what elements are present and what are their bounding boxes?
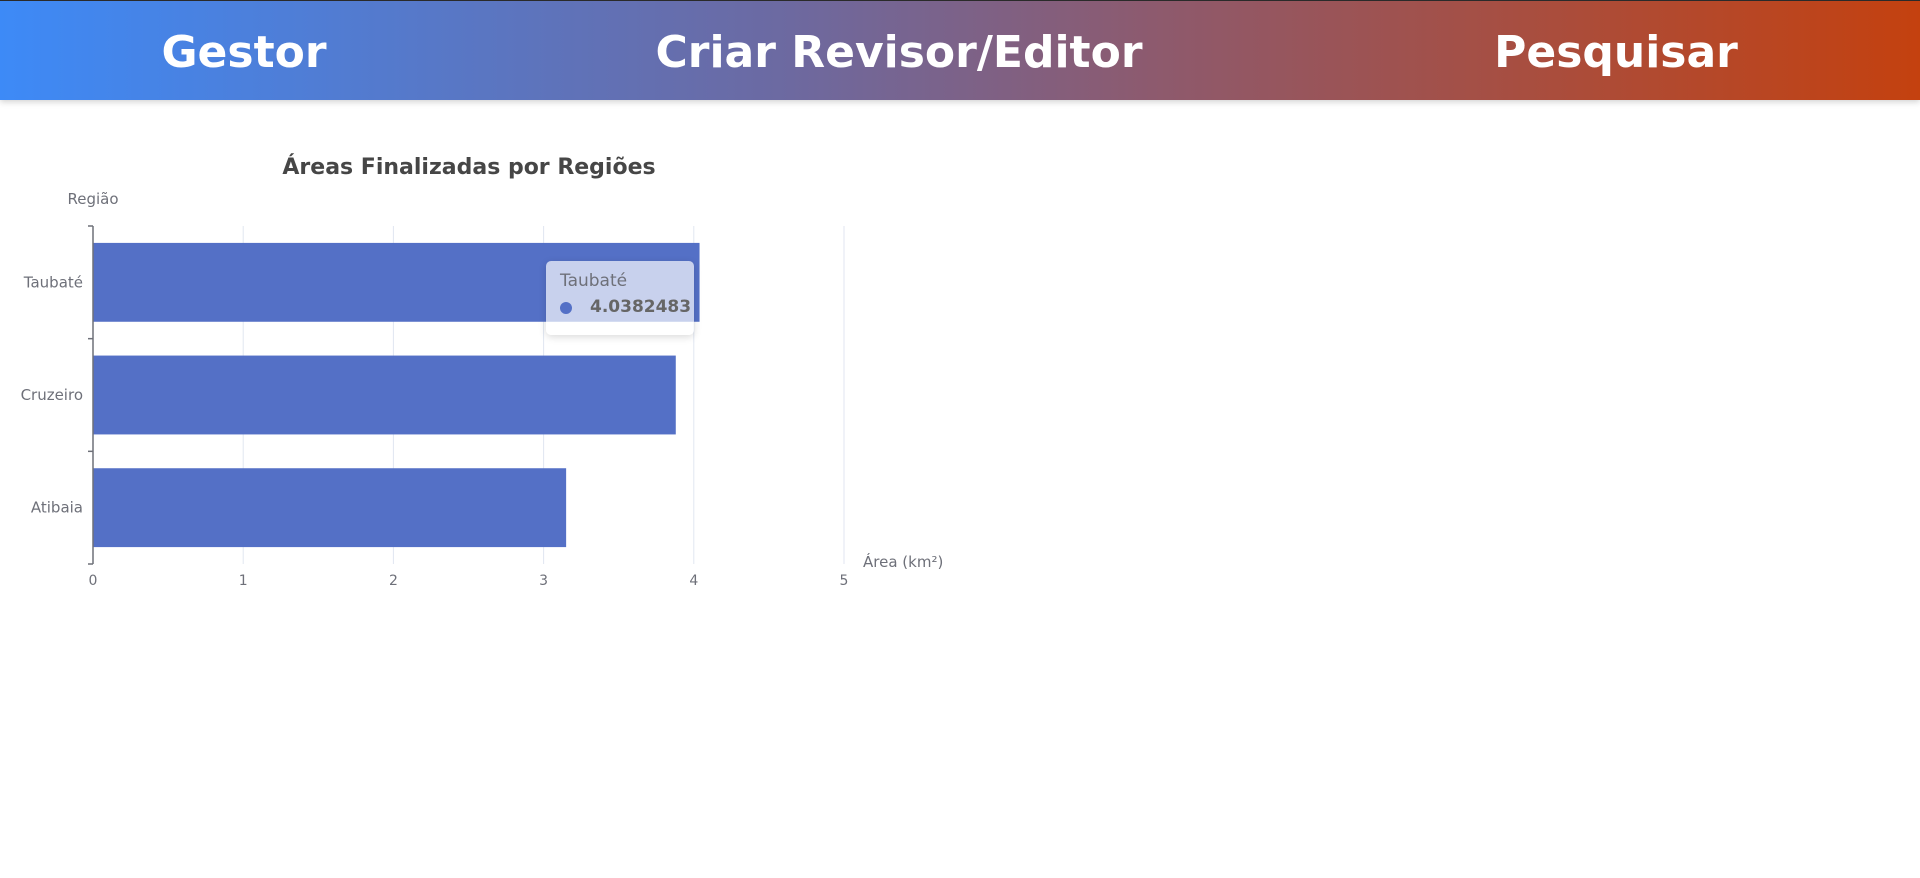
nav-pesquisar-link[interactable]: Pesquisar [1494, 1, 1738, 101]
y-tick-label: Atibaia [31, 499, 83, 517]
x-tick-label: 2 [389, 573, 398, 589]
chart-tooltip: Taubaté 4.0382483 [546, 261, 694, 335]
tooltip-row: 4.0382483 [560, 297, 694, 319]
bar-atibaia [93, 468, 567, 548]
x-tick-label: 4 [689, 573, 698, 589]
x-tick-label: 1 [239, 573, 248, 589]
series-marker-icon [560, 302, 572, 314]
bar-chart: Áreas Finalizadas por Regiões Região Áre… [21, 154, 944, 589]
tooltip-value: 4.0382483 [590, 297, 692, 317]
nav-gestor-link[interactable]: Gestor [161, 1, 326, 101]
x-tick-label: 3 [539, 573, 548, 589]
x-tick-label: 5 [840, 573, 849, 589]
tooltip-category: Taubaté [560, 271, 628, 291]
y-axis-label: Região [67, 190, 118, 208]
y-tick-label: Cruzeiro [21, 386, 83, 404]
chart-title: Áreas Finalizadas por Regiões [282, 154, 655, 180]
bar-cruzeiro [93, 355, 676, 435]
top-nav: Gestor Criar Revisor/Editor Pesquisar [0, 0, 1920, 100]
x-axis-label: Área (km²) [863, 552, 943, 571]
y-tick-label: Taubaté [23, 273, 83, 291]
x-tick-label: 0 [89, 573, 98, 589]
nav-criar-revisor-editor-link[interactable]: Criar Revisor/Editor [655, 1, 1142, 101]
